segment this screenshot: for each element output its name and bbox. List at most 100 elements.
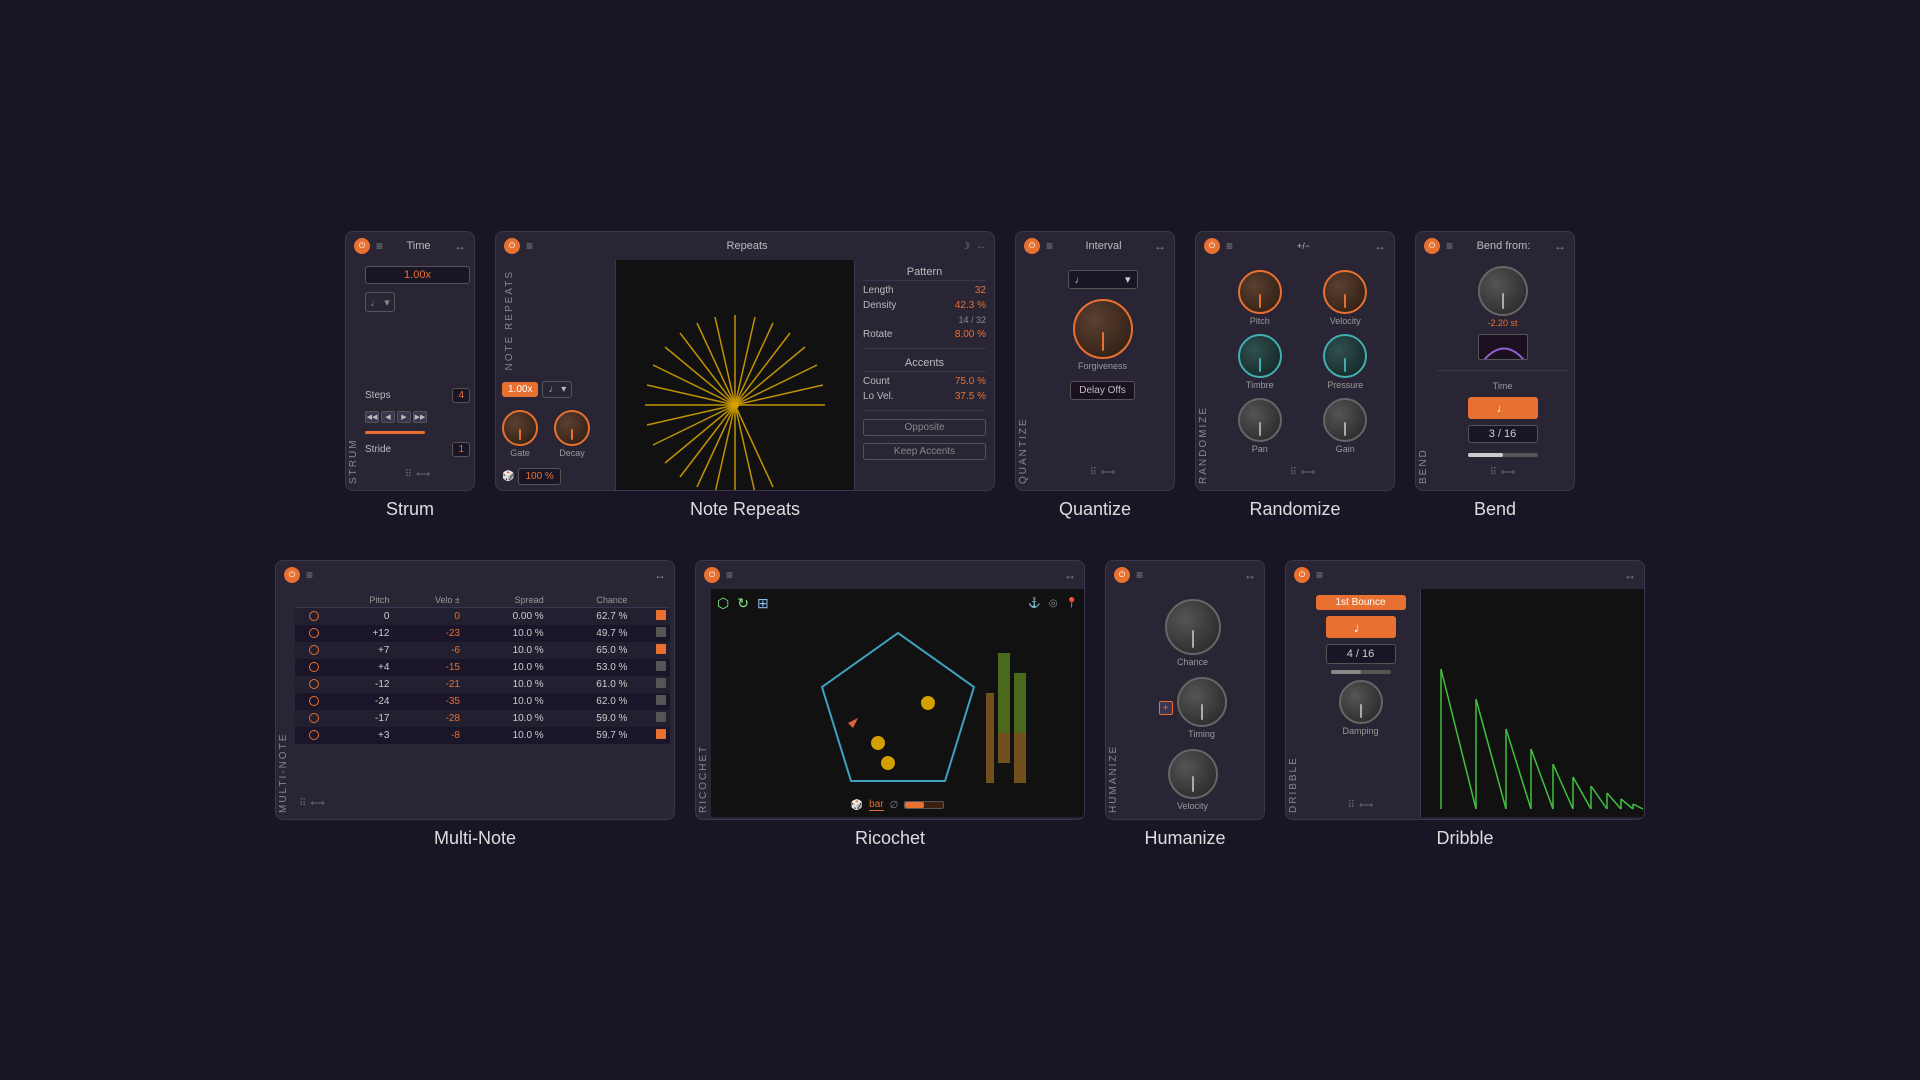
- row-chance[interactable]: 62.0 %: [548, 693, 632, 710]
- row-spread[interactable]: 10.0 %: [464, 625, 548, 642]
- gain-knob[interactable]: [1323, 398, 1367, 442]
- row-velo[interactable]: -21: [393, 676, 464, 693]
- bend-time-note[interactable]: ♩: [1468, 397, 1538, 419]
- bend-slider[interactable]: [1468, 453, 1538, 457]
- strum-note-icon[interactable]: ♩ ▾: [365, 292, 395, 312]
- row-square[interactable]: [631, 625, 670, 642]
- timing-knob[interactable]: [1177, 677, 1227, 727]
- interval-select[interactable]: ♩ ▾: [1068, 270, 1138, 289]
- row-pitch[interactable]: +12: [334, 625, 394, 642]
- row-pitch[interactable]: -12: [334, 676, 394, 693]
- row-spread[interactable]: 10.0 %: [464, 693, 548, 710]
- row-velo[interactable]: -23: [393, 625, 464, 642]
- row-pitch[interactable]: +7: [334, 642, 394, 659]
- nr-rate-value[interactable]: 1.00x: [502, 382, 538, 397]
- row-spread[interactable]: 10.0 %: [464, 727, 548, 744]
- rand-power[interactable]: ⏻: [1204, 238, 1220, 254]
- steps-value[interactable]: 4: [452, 388, 470, 403]
- mn-power[interactable]: ⏻: [284, 567, 300, 583]
- ric-polygon-icon[interactable]: ⬡: [717, 595, 729, 612]
- arrow-left[interactable]: ◀: [381, 411, 395, 423]
- opposite-btn[interactable]: Opposite: [863, 419, 986, 436]
- q-expand-icon[interactable]: ↔: [1154, 239, 1166, 253]
- row-pitch[interactable]: +3: [334, 727, 394, 744]
- rand-expand-icon[interactable]: ↔: [1374, 239, 1386, 253]
- hum-expand-icon[interactable]: ↔: [1244, 568, 1256, 582]
- row-square[interactable]: [631, 676, 670, 693]
- ric-grid-icon[interactable]: ⊞: [757, 595, 769, 612]
- rotate-value[interactable]: 8.00 %: [955, 329, 986, 340]
- hum-power[interactable]: ⏻: [1114, 567, 1130, 583]
- arrow-right[interactable]: ▶: [397, 411, 411, 423]
- row-power[interactable]: [295, 608, 334, 626]
- row-square[interactable]: [631, 710, 670, 727]
- nr-menu-icon[interactable]: ≡: [526, 239, 533, 253]
- row-chance[interactable]: 61.0 %: [548, 676, 632, 693]
- length-value[interactable]: 32: [975, 285, 986, 296]
- row-power[interactable]: [295, 727, 334, 744]
- row-chance[interactable]: 59.0 %: [548, 710, 632, 727]
- arrow-left-left[interactable]: ◀◀: [365, 411, 379, 423]
- strum-expand-icon[interactable]: ↔: [454, 239, 466, 253]
- hum-velocity-knob[interactable]: [1168, 749, 1218, 799]
- ric-menu-icon[interactable]: ≡: [726, 568, 733, 582]
- row-spread[interactable]: 0.00 %: [464, 608, 548, 626]
- pressure-knob[interactable]: [1323, 334, 1367, 378]
- hum-menu-icon[interactable]: ≡: [1136, 568, 1143, 582]
- density-value[interactable]: 42.3 %: [955, 300, 986, 311]
- ric-null-icon[interactable]: ∅: [890, 800, 899, 811]
- bend-expand-icon[interactable]: ↔: [1554, 239, 1566, 253]
- drib-note-icon[interactable]: ♩: [1326, 616, 1396, 638]
- row-power[interactable]: [295, 710, 334, 727]
- row-spread[interactable]: 10.0 %: [464, 659, 548, 676]
- drib-power[interactable]: ⏻: [1294, 567, 1310, 583]
- row-power[interactable]: [295, 693, 334, 710]
- strum-menu-icon[interactable]: ≡: [376, 239, 383, 253]
- gate-knob[interactable]: [502, 410, 538, 446]
- delay-offs-btn[interactable]: Delay Offs: [1070, 381, 1135, 400]
- timbre-knob[interactable]: [1238, 334, 1282, 378]
- q-power[interactable]: ⏻: [1024, 238, 1040, 254]
- ric-expand-icon[interactable]: ↔: [1064, 568, 1076, 582]
- ric-power[interactable]: ⏻: [704, 567, 720, 583]
- row-power[interactable]: [295, 659, 334, 676]
- ric-pin-icon[interactable]: 📍: [1066, 598, 1078, 609]
- arrow-right-right[interactable]: ▶▶: [413, 411, 427, 423]
- row-power[interactable]: [295, 625, 334, 642]
- row-spread[interactable]: 10.0 %: [464, 676, 548, 693]
- nr-power[interactable]: ⏻: [504, 238, 520, 254]
- nr-expand-icon[interactable]: ↔: [976, 241, 986, 252]
- nr-note-btn[interactable]: ♩ ▾: [542, 381, 572, 398]
- mn-expand-icon[interactable]: ↔: [654, 568, 666, 582]
- q-menu-icon[interactable]: ≡: [1046, 239, 1053, 253]
- first-bounce-label[interactable]: 1st Bounce: [1316, 595, 1406, 610]
- drib-slider[interactable]: [1331, 670, 1391, 674]
- ric-dice-icon[interactable]: 🎲: [851, 800, 863, 811]
- timing-plus[interactable]: +: [1159, 701, 1173, 715]
- mn-menu-icon[interactable]: ≡: [306, 568, 313, 582]
- drib-time-value[interactable]: 4 / 16: [1326, 644, 1396, 664]
- row-velo[interactable]: 0: [393, 608, 464, 626]
- ric-target-icon[interactable]: ◎: [1049, 598, 1058, 609]
- bend-power[interactable]: ⏻: [1424, 238, 1440, 254]
- row-spread[interactable]: 10.0 %: [464, 710, 548, 727]
- row-square[interactable]: [631, 659, 670, 676]
- forgiveness-knob[interactable]: [1073, 299, 1133, 359]
- nr-percent[interactable]: 100 %: [518, 468, 560, 485]
- row-square[interactable]: [631, 727, 670, 744]
- ric-bar-control[interactable]: [904, 801, 944, 809]
- row-velo[interactable]: -28: [393, 710, 464, 727]
- rand-menu-icon[interactable]: ≡: [1226, 239, 1233, 253]
- strum-power[interactable]: ⏻: [354, 238, 370, 254]
- row-chance[interactable]: 49.7 %: [548, 625, 632, 642]
- bend-time-ratio[interactable]: 3 / 16: [1468, 425, 1538, 443]
- drib-expand-icon[interactable]: ↔: [1624, 568, 1636, 582]
- row-pitch[interactable]: +4: [334, 659, 394, 676]
- row-velo[interactable]: -6: [393, 642, 464, 659]
- stride-value[interactable]: 1: [452, 442, 470, 457]
- row-power[interactable]: [295, 642, 334, 659]
- damping-knob[interactable]: [1339, 680, 1383, 724]
- row-power[interactable]: [295, 676, 334, 693]
- ric-refresh-icon[interactable]: ↻: [737, 595, 749, 612]
- row-chance[interactable]: 59.7 %: [548, 727, 632, 744]
